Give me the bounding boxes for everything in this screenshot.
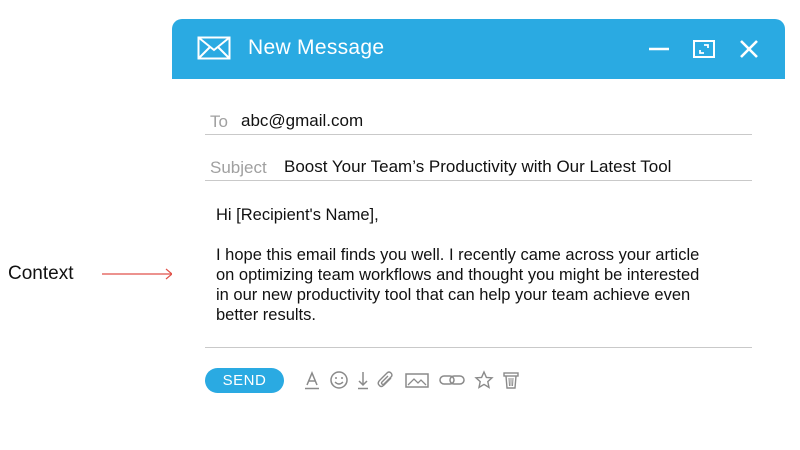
body-line: I hope this email finds you well. I rece… [216, 246, 700, 264]
subject-field[interactable]: Subject Boost Your Team’s Productivity w… [205, 151, 752, 181]
context-label: Context [8, 263, 74, 284]
subject-label: Subject [210, 158, 267, 177]
body-greeting: Hi [Recipient's Name], [216, 206, 379, 224]
send-button[interactable]: SEND [205, 368, 284, 393]
footer-divider [205, 347, 752, 348]
image-icon[interactable] [405, 370, 429, 390]
download-icon[interactable] [353, 370, 373, 390]
body-line: in our new productivity tool that can he… [216, 286, 691, 304]
body-line: on optimizing team workflows and thought… [216, 266, 700, 284]
body-paragraph: I hope this email finds you well. I rece… [216, 245, 766, 325]
minimize-icon[interactable] [647, 37, 671, 61]
window-title: New Message [248, 36, 385, 59]
close-icon[interactable] [737, 37, 761, 61]
subject-value[interactable]: Boost Your Team’s Productivity with Our … [284, 157, 671, 177]
to-label: To [210, 112, 228, 131]
to-value[interactable]: abc@gmail.com [241, 111, 363, 131]
compose-window: New Message To abc@gmail.com Subject Boo… [172, 19, 785, 419]
to-field[interactable]: To abc@gmail.com [205, 104, 752, 135]
title-bar: New Message [172, 19, 785, 79]
emoji-icon[interactable] [329, 370, 349, 390]
star-icon[interactable] [474, 370, 494, 390]
link-icon[interactable] [439, 370, 465, 390]
trash-icon[interactable] [501, 370, 521, 390]
attach-icon[interactable] [376, 370, 396, 390]
mail-icon [197, 36, 231, 60]
maximize-icon[interactable] [692, 37, 716, 61]
arrow-right-icon [102, 268, 173, 280]
text-format-icon[interactable] [302, 370, 322, 390]
body-line: better results. [216, 306, 316, 324]
message-body[interactable]: Hi [Recipient's Name], I hope this email… [216, 205, 766, 325]
